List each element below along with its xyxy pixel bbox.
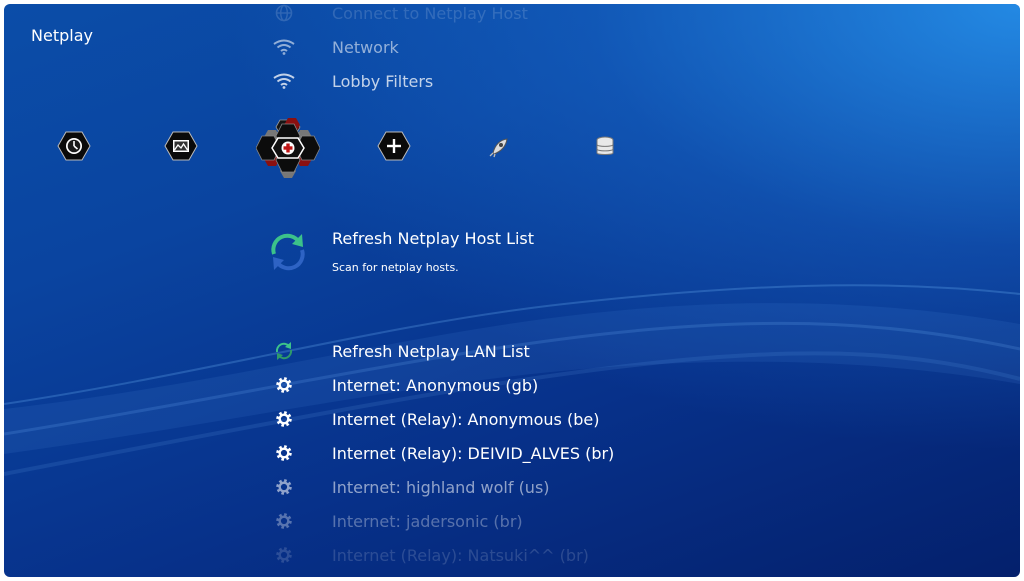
add-icon [377,131,411,165]
tab-database[interactable] [590,136,620,162]
tab-explore[interactable] [484,137,514,161]
menu-item-label: Internet: Anonymous (gb) [332,375,539,395]
globe-icon [266,4,302,30]
menu-item-connect-host[interactable]: Connect to Netplay Host [266,4,528,30]
menu-item-label: Refresh Netplay LAN List [332,341,530,361]
retroarch-screen: Netplay Connect to Netplay Host Network … [4,4,1020,577]
gear-icon [266,436,302,470]
menu-item-label: Network [332,37,399,57]
menu-item-host-anonymous-be[interactable]: Internet (Relay): Anonymous (be) [266,402,599,436]
wifi-icon [266,30,302,64]
gear-icon [266,470,302,504]
menu-item-lobby-filters[interactable]: Lobby Filters [266,64,433,98]
menu-item-host-natsuki[interactable]: Internet (Relay): Natsuki^^ (br) [266,538,589,572]
netplay-icon [255,116,321,184]
menu-item-label: Internet (Relay): DEIVID_ALVES (br) [332,443,615,463]
database-icon [595,136,615,162]
gear-icon [266,402,302,436]
selected-item-label: Refresh Netplay Host List [332,229,535,248]
history-icon [57,131,91,165]
images-icon [164,131,198,165]
tab-images[interactable] [163,131,199,165]
menu-item-host-deivid-alves[interactable]: Internet (Relay): DEIVID_ALVES (br) [266,436,614,470]
gear-icon [266,504,302,538]
menu-item-label: Internet (Relay): Anonymous (be) [332,409,600,429]
menu-item-label: Internet (Relay): Natsuki^^ (br) [332,545,589,565]
wifi-icon [266,64,302,98]
gear-icon [266,368,302,402]
page-title: Netplay [31,26,93,45]
menu-item-host-anonymous-gb[interactable]: Internet: Anonymous (gb) [266,368,538,402]
menu-item-label: Connect to Netplay Host [332,4,528,23]
menu-item-label: Lobby Filters [332,71,434,91]
refresh-icon [266,334,302,368]
refresh-icon [266,230,310,274]
menu-item-network[interactable]: Network [266,30,399,64]
selected-item-sublabel: Scan for netplay hosts. [332,261,459,274]
explore-icon [487,136,511,162]
menu-item-host-highland-wolf[interactable]: Internet: highland wolf (us) [266,470,550,504]
tab-netplay[interactable] [255,116,321,184]
gear-icon [266,538,302,572]
tab-history[interactable] [56,131,92,165]
menu-item-label: Internet: jadersonic (br) [332,511,523,531]
menu-item-label: Internet: highland wolf (us) [332,477,550,497]
menu-item-refresh-lan-list[interactable]: Refresh Netplay LAN List [266,334,530,368]
tab-add[interactable] [376,131,412,165]
menu-item-host-jadersonic[interactable]: Internet: jadersonic (br) [266,504,523,538]
